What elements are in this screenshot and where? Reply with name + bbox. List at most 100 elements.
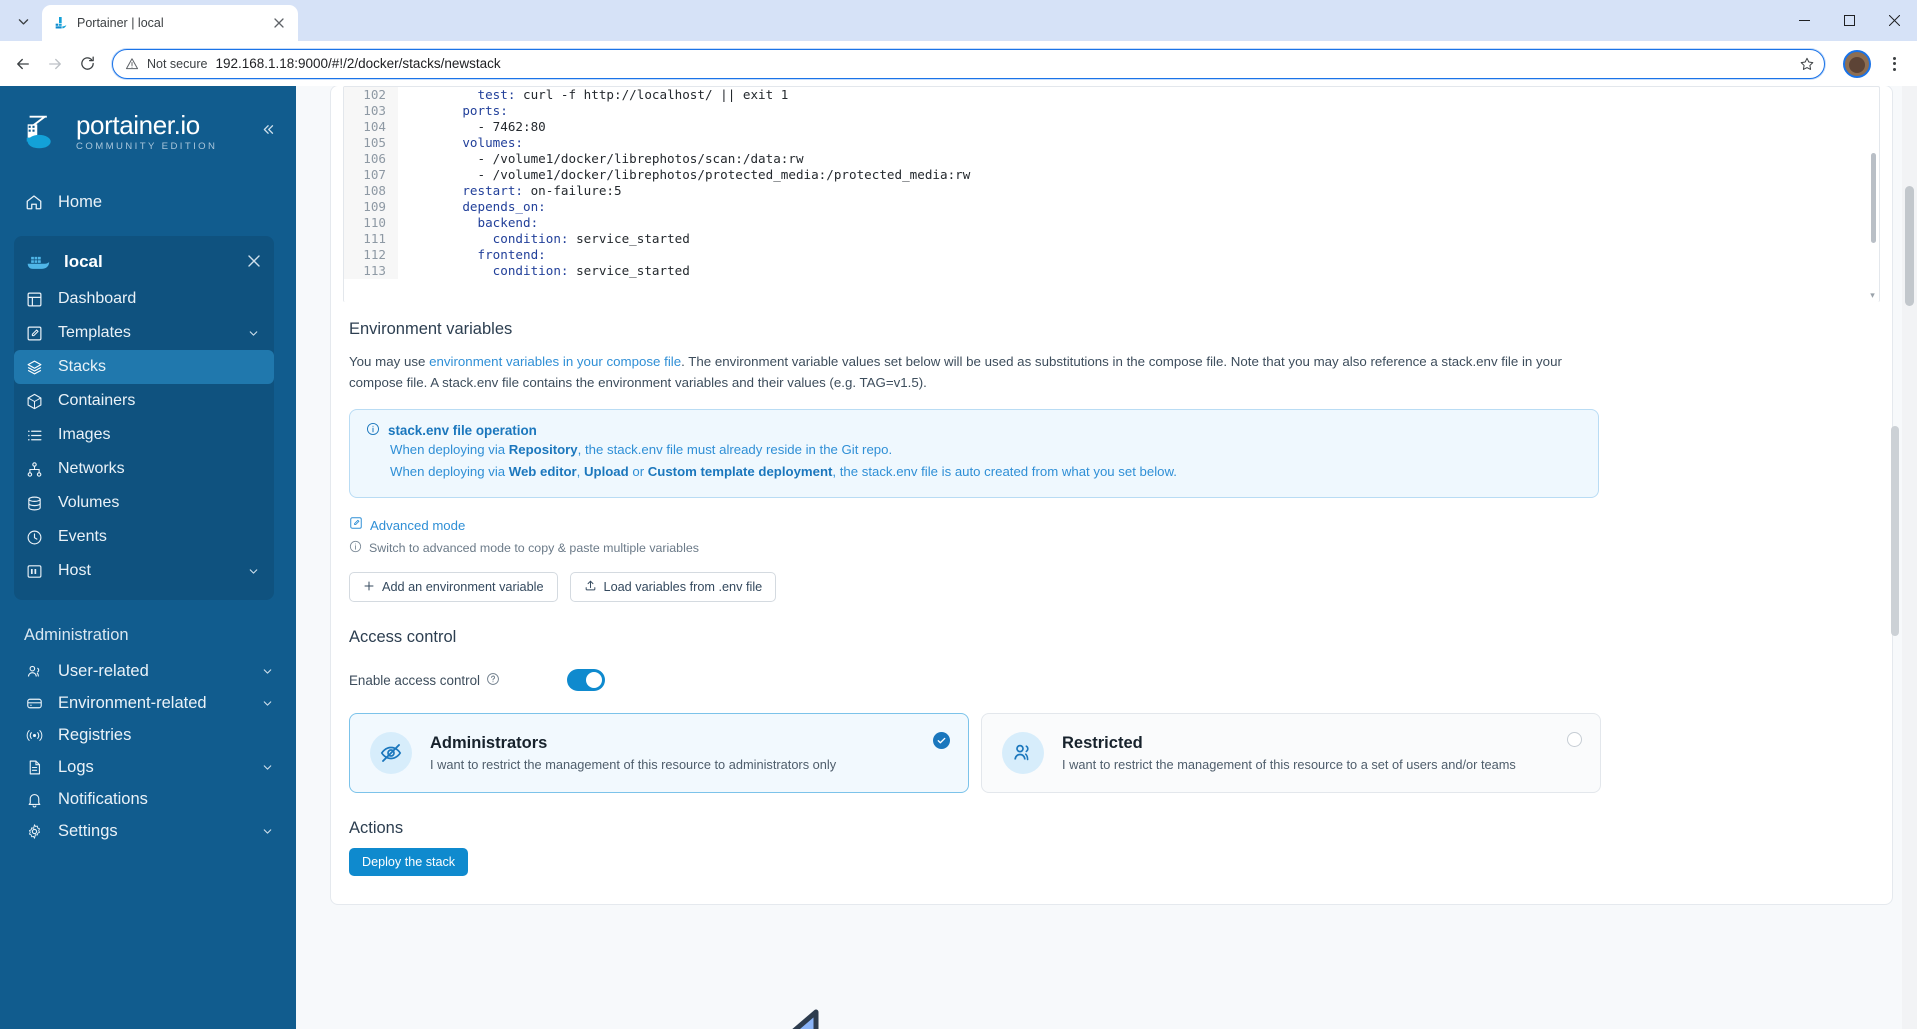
avatar[interactable] — [1843, 49, 1871, 78]
code-line-text: condition: service_started — [492, 263, 690, 278]
sidebar-item-events[interactable]: Events — [14, 520, 274, 554]
enable-access-control-text: Enable access control — [349, 672, 481, 688]
code-line-text: restart: on-failure:5 — [462, 183, 622, 198]
reload-icon[interactable] — [72, 49, 102, 79]
infobox-line-1: When deploying via Repository, the stack… — [366, 439, 1582, 461]
brand: portainer.io COMMUNITY EDITION — [0, 86, 296, 178]
brand-name: portainer.io — [76, 110, 200, 141]
code-gutter — [398, 103, 432, 119]
browser-tab[interactable]: Portainer | local — [42, 5, 298, 41]
environment-box-icon — [24, 695, 44, 712]
tab-search-icon[interactable] — [6, 4, 40, 38]
code-line: 110 backend: — [344, 215, 1879, 231]
chevron-double-left-icon[interactable] — [256, 118, 278, 140]
gear-icon — [24, 823, 44, 840]
sidebar-item-label: Templates — [58, 324, 131, 341]
code-line-number: 105 — [344, 135, 398, 151]
minimize-icon[interactable] — [1782, 0, 1827, 41]
users-group-icon — [1002, 732, 1044, 774]
sidebar-item-stacks[interactable]: Stacks — [14, 350, 274, 384]
page-scrollbar[interactable] — [1902, 86, 1917, 1029]
access-option-administrators[interactable]: Administrators I want to restrict the ma… — [349, 713, 969, 793]
code-line: 102 test: curl -f http://localhost/ || e… — [344, 87, 1879, 103]
add-environment-variable-button[interactable]: Add an environment variable — [349, 572, 558, 602]
chevron-down-icon[interactable] — [261, 825, 274, 838]
chevron-down-icon[interactable] — [261, 697, 274, 710]
sidebar-item-volumes[interactable]: Volumes — [14, 486, 274, 520]
maximize-icon[interactable] — [1827, 0, 1872, 41]
deploy-the-stack-button[interactable]: Deploy the stack — [349, 848, 469, 876]
sidebar-item-settings[interactable]: Settings — [0, 815, 296, 847]
access-option-title: Administrators — [430, 734, 548, 752]
info-circle-icon — [349, 540, 362, 556]
address-bar[interactable]: Not secure 192.168.1.18:9000/#!/2/docker… — [112, 48, 1825, 79]
radio-unchecked-icon[interactable] — [1567, 732, 1582, 747]
enable-access-control-toggle[interactable] — [567, 669, 605, 691]
sidebar-environment-header[interactable]: local — [14, 242, 274, 282]
networks-icon — [24, 461, 44, 478]
window-close-icon[interactable] — [1872, 0, 1917, 41]
access-option-desc: I want to restrict the management of thi… — [430, 757, 837, 772]
advanced-mode-row[interactable]: Advanced mode — [349, 516, 1874, 535]
code-line-text: backend: — [477, 215, 539, 230]
chevron-down-icon[interactable] — [247, 565, 260, 578]
sidebar-item-user-related[interactable]: User-related — [0, 655, 296, 687]
enable-access-control-label: Enable access control — [349, 672, 567, 689]
access-option-restricted[interactable]: Restricted I want to restrict the manage… — [981, 713, 1601, 793]
code-line-number: 106 — [344, 151, 398, 167]
sidebar-item-host[interactable]: Host — [14, 554, 274, 588]
content-scrollbar-thumb[interactable] — [1891, 426, 1899, 636]
compose-env-vars-link[interactable]: environment variables in your compose fi… — [429, 354, 681, 369]
url-text[interactable]: 192.168.1.18:9000/#!/2/docker/stacks/new… — [215, 56, 1786, 71]
code-line: 108 restart: on-failure:5 — [344, 183, 1879, 199]
code-line: 105 volumes: — [344, 135, 1879, 151]
chevron-down-icon[interactable] — [261, 665, 274, 678]
eye-off-icon — [370, 732, 412, 774]
advanced-mode-link[interactable]: Advanced mode — [370, 518, 465, 533]
tab-close-icon[interactable] — [270, 14, 288, 32]
environment-close-icon[interactable] — [248, 254, 260, 270]
sidebar-item-templates[interactable]: Templates — [14, 316, 274, 350]
sidebar-item-label: Events — [58, 528, 107, 545]
sidebar-item-notifications[interactable]: Notifications — [0, 783, 296, 815]
administration-title: Administration — [24, 626, 129, 644]
back-icon[interactable] — [8, 49, 38, 79]
sidebar-item-dashboard[interactable]: Dashboard — [14, 282, 274, 316]
code-gutter — [398, 87, 432, 103]
code-line-text: depends_on: — [462, 199, 546, 214]
chevron-down-icon[interactable] — [261, 761, 274, 774]
browser-window: Portainer | local Not secure 192.168.1.1… — [0, 0, 1917, 1029]
sidebar-item-label: Containers — [58, 392, 136, 409]
page-scrollbar-thumb[interactable] — [1905, 186, 1914, 306]
sidebar-item-networks[interactable]: Networks — [14, 452, 274, 486]
access-control-options: Administrators I want to restrict the ma… — [349, 713, 1601, 793]
load-variables-from-env-button[interactable]: Load variables from .env file — [569, 572, 777, 602]
sidebar-item-images[interactable]: Images — [14, 418, 274, 452]
sidebar-item-logs[interactable]: Logs — [0, 751, 296, 783]
sidebar-item-environment-related[interactable]: Environment-related — [0, 687, 296, 719]
code-line-text: - /volume1/docker/librephotos/protected_… — [432, 167, 971, 182]
line2-mid1: , — [576, 464, 584, 479]
home-icon — [24, 193, 44, 211]
forward-icon[interactable] — [40, 49, 70, 79]
kebab-menu-icon[interactable] — [1879, 49, 1909, 79]
compose-code-editor[interactable]: 102 test: curl -f http://localhost/ || e… — [343, 86, 1880, 302]
editor-scroll-down-icon[interactable]: ▾ — [1867, 290, 1878, 301]
line2-bold2: Upload — [584, 464, 629, 479]
code-line: 113 condition: service_started — [344, 263, 1879, 279]
code-line-text: condition: service_started — [492, 231, 690, 246]
registries-broadcast-icon — [24, 727, 44, 744]
question-circle-icon[interactable] — [486, 672, 500, 689]
editor-scrollbar-thumb[interactable] — [1871, 153, 1876, 243]
sidebar-item-registries[interactable]: Registries — [0, 719, 296, 751]
sidebar-item-label: Logs — [58, 757, 94, 776]
infobox-line-2: When deploying via Web editor, Upload or… — [366, 461, 1582, 483]
desc-pre: You may use — [349, 354, 430, 369]
environment-variables-title: Environment variables — [349, 320, 513, 338]
chevron-down-icon[interactable] — [247, 327, 260, 340]
star-icon[interactable] — [1794, 51, 1820, 77]
content-scrollbar[interactable] — [1889, 86, 1901, 1029]
sidebar-item-containers[interactable]: Containers — [14, 384, 274, 418]
advanced-mode-hint: Switch to advanced mode to copy & paste … — [349, 540, 1874, 556]
sidebar-item-home[interactable]: Home — [0, 186, 296, 218]
